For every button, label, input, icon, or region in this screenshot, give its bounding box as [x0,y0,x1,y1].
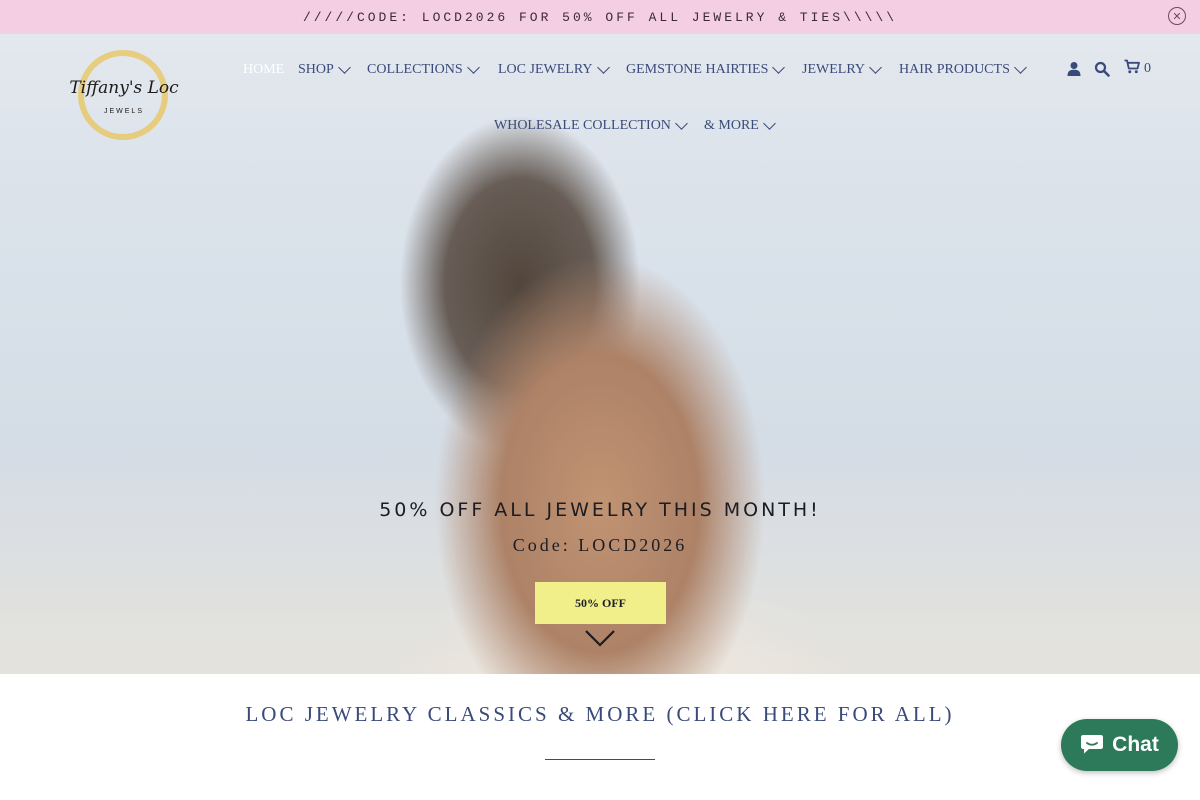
chevron-down-icon [762,117,776,130]
user-icon[interactable] [1066,60,1082,78]
close-circle-icon[interactable]: ✕ [1168,7,1186,25]
nav-item-label: HOME [243,62,285,77]
nav-item-label: HAIR PRODUCTS [899,62,1010,77]
nav-item-more[interactable]: & MORE [704,117,776,134]
nav-item-label: & MORE [704,118,759,133]
nav-item-label: COLLECTIONS [367,62,463,77]
nav-item-shop[interactable]: SHOP [298,61,351,78]
chevron-down-icon [596,61,610,74]
nav-item-loc-jewelry[interactable]: LOC JEWELRY [498,61,610,78]
chevron-down-icon [675,117,688,130]
nav-item-label: JEWELRY [802,62,865,77]
section-title-link[interactable]: LOC JEWELRY CLASSICS & MORE (CLICK HERE … [0,702,1200,727]
nav-item-wholesale-collection[interactable]: WHOLESALE COLLECTION [494,117,688,134]
nav-item-label: GEMSTONE HAIRTIES [626,62,769,77]
chat-label: Chat [1112,733,1159,756]
nav-item-jewelry[interactable]: JEWELRY [802,61,882,78]
hero-promo-code: Code: LOCD2026 [512,535,688,555]
announcement-text: /////CODE: LOCD2026 FOR 50% OFF ALL JEWE… [302,9,898,25]
nav-item-home[interactable]: HOME [243,62,284,78]
search-icon[interactable] [1094,60,1110,78]
nav-item-collections[interactable]: COLLECTIONS [367,61,480,78]
chevron-down-icon [337,61,351,74]
logo-name: Tiffany's Loc [69,78,179,98]
site-logo[interactable]: Tiffany's Loc JEWELS [68,50,180,142]
hero-cta-button[interactable]: 50% OFF [535,582,666,624]
section-divider [545,759,655,760]
nav-item-hair-products[interactable]: HAIR PRODUCTS [899,61,1027,78]
nav-item-label: SHOP [298,62,334,77]
cart-icon [1124,59,1140,79]
chevron-down-icon [1013,61,1027,74]
nav-item-label: WHOLESALE COLLECTION [494,118,671,133]
announcement-bar: /////CODE: LOCD2026 FOR 50% OFF ALL JEWE… [0,0,1200,34]
chevron-down-icon [772,61,786,74]
nav-item-gemstone-hairties[interactable]: GEMSTONE HAIRTIES [626,61,786,78]
cart-count: 0 [1144,61,1151,76]
hero-headline: 50% OFF ALL JEWELRY THIS MONTH! [379,499,821,521]
chat-bubble-icon [1080,733,1104,758]
cart-link[interactable]: 0 [1124,59,1151,79]
nav-item-label: LOC JEWELRY [498,62,593,77]
logo-subtitle: JEWELS [103,108,144,115]
chat-button[interactable]: Chat [1061,719,1178,771]
chevron-down-icon [466,61,480,74]
chevron-down-icon [869,61,882,74]
chevron-down-icon[interactable] [585,628,615,650]
